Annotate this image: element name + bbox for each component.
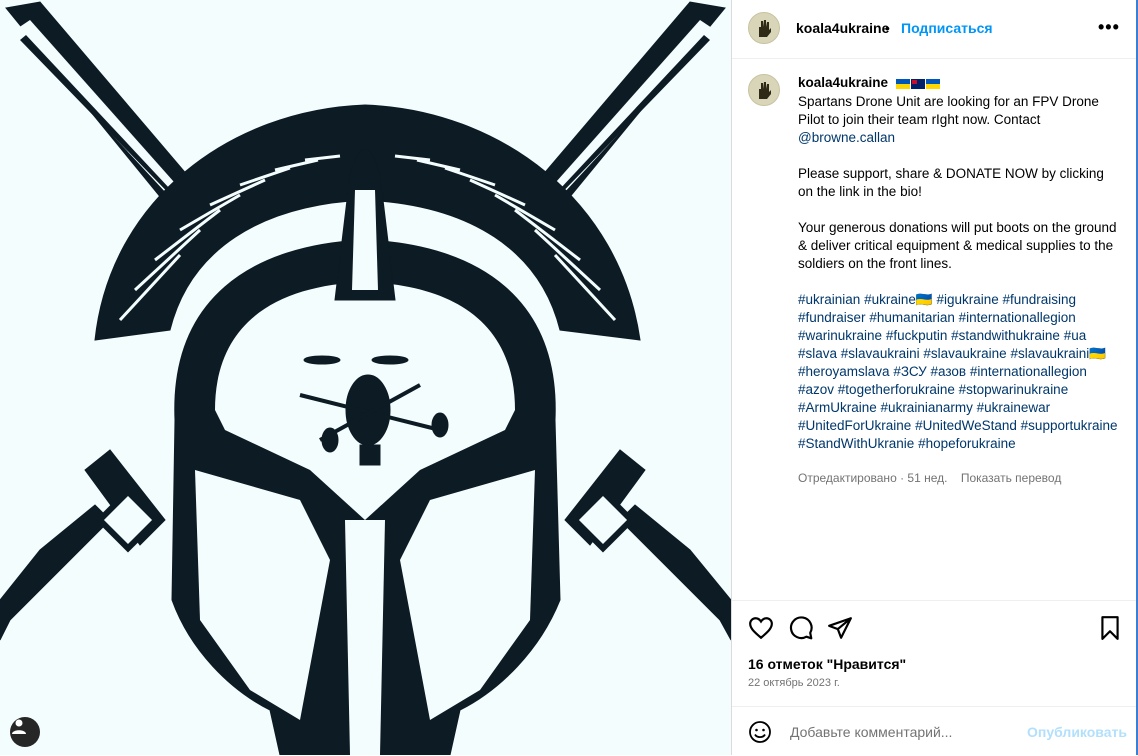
hashtag-list: #ukrainian #ukraine🇺🇦 #igukraine #fundra… [798, 291, 1118, 453]
profile-button[interactable] [10, 717, 40, 747]
caption-paragraph: Please support, share & DONATE NOW by cl… [798, 166, 1104, 199]
paper-plane-icon[interactable] [827, 615, 853, 641]
mention-link[interactable]: @browne.callan [798, 130, 895, 145]
hashtag-link[interactable]: #heroyamslava [798, 364, 890, 379]
user-profile-icon [12, 719, 26, 734]
hashtag-link[interactable]: #ЗСУ [893, 364, 926, 379]
hashtag-link[interactable]: #togetherforukraine [838, 382, 955, 397]
heart-icon[interactable] [748, 615, 774, 641]
hashtag-link[interactable]: #igukraine [936, 292, 998, 307]
hashtag-link[interactable]: #hopeforukraine [918, 436, 1016, 451]
hashtag-link[interactable]: #StandWithUkranie [798, 436, 914, 451]
hashtag-link[interactable]: #азов [930, 364, 966, 379]
hashtag-link[interactable]: #slava [798, 346, 837, 361]
post-image[interactable] [0, 0, 731, 755]
more-options-icon[interactable]: ••• [1098, 17, 1120, 38]
post-actions [732, 600, 1137, 659]
caption-avatar[interactable] [748, 74, 780, 106]
spartan-helmet-drone-image [0, 1, 731, 755]
likes-count[interactable]: 16 отметок "Нравится" [748, 656, 906, 672]
ukraine-flag-icon [895, 79, 910, 90]
post-details-panel: koala4ukraine • Подписаться ••• koala4uk… [731, 0, 1137, 755]
hashtag-link[interactable]: #supportukraine [1021, 418, 1118, 433]
comment-bar: Опубликовать [732, 706, 1137, 756]
post-header: koala4ukraine • Подписаться ••• [732, 0, 1137, 59]
caption-text: Spartans Drone Unit are looking for an F… [798, 94, 1099, 127]
hashtag-link[interactable]: #fundraiser [798, 310, 866, 325]
hashtag-link[interactable]: #stopwarinukraine [959, 382, 1069, 397]
caption-body: koala4ukraine Spartans Drone Unit are lo… [798, 74, 1118, 487]
hashtag-link[interactable]: #ukrainewar [977, 400, 1051, 415]
comment-input[interactable] [788, 719, 1032, 745]
comment-icon[interactable] [788, 615, 814, 641]
publish-button[interactable]: Опубликовать [1027, 724, 1127, 740]
hand-emblem-icon [759, 20, 771, 37]
edited-timestamp: Отредактировано · 51 нед. [798, 471, 948, 485]
hashtag-link[interactable]: #ua [1064, 328, 1087, 343]
hashtag-link[interactable]: #ukraine🇺🇦 [864, 292, 933, 307]
ukraine-flag-icon [925, 79, 940, 90]
hashtag-link[interactable]: #UnitedWeStand [915, 418, 1017, 433]
hashtag-link[interactable]: #slavaukraine [923, 346, 1006, 361]
hand-emblem-icon [759, 82, 771, 99]
avatar[interactable] [748, 12, 780, 44]
hashtag-link[interactable]: #internationallegion [970, 364, 1087, 379]
caption-meta: Отредактировано · 51 нед. Показать перев… [798, 469, 1118, 487]
show-translation-button[interactable]: Показать перевод [961, 471, 1062, 485]
hashtag-link[interactable]: #fundraising [1003, 292, 1077, 307]
hashtag-link[interactable]: #standwithukraine [951, 328, 1060, 343]
hashtag-link[interactable]: #warinukraine [798, 328, 882, 343]
hashtag-link[interactable]: #internationallegion [959, 310, 1076, 325]
flag-emojis [895, 75, 941, 93]
follow-button[interactable]: Подписаться [901, 20, 993, 36]
hashtag-link[interactable]: #slavaukraini [841, 346, 920, 361]
hashtag-link[interactable]: #ukrainian [798, 292, 860, 307]
hashtag-link[interactable]: #azov [798, 382, 834, 397]
smiley-icon[interactable] [748, 720, 772, 744]
hashtag-link[interactable]: #fuckputin [886, 328, 948, 343]
hashtag-link[interactable]: #UnitedForUkraine [798, 418, 911, 433]
post-author-username[interactable]: koala4ukraine [796, 20, 889, 36]
caption-paragraph: Spartans Drone Unit are looking for an F… [798, 93, 1118, 147]
hashtag-link[interactable]: #slavaukraini🇺🇦 [1010, 346, 1106, 361]
caption-paragraph: Your generous donations will put boots o… [798, 220, 1117, 271]
post-date: 22 октябрь 2023 г. [748, 677, 840, 689]
hashtag-link[interactable]: #ArmUkraine [798, 400, 877, 415]
header-separator: • [885, 20, 890, 36]
australia-flag-icon [910, 79, 925, 90]
bookmark-icon[interactable] [1097, 615, 1123, 641]
hashtag-link[interactable]: #ukrainianarmy [881, 400, 973, 415]
hashtag-link[interactable]: #humanitarian [869, 310, 955, 325]
caption-username[interactable]: koala4ukraine [798, 75, 888, 90]
